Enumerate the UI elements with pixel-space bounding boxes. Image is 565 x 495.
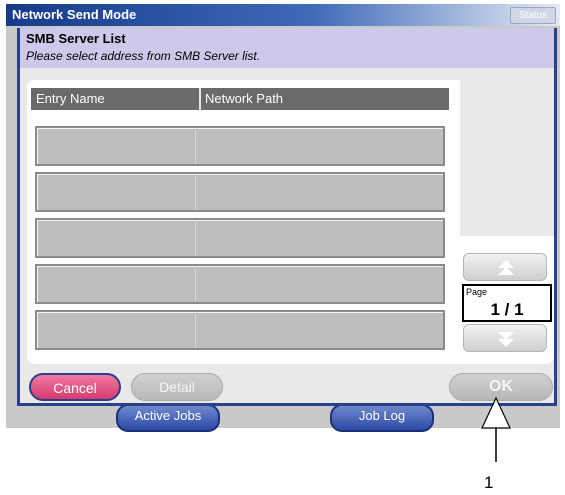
callout-arrow-icon — [481, 396, 511, 462]
callout-number: 1 — [484, 473, 494, 492]
